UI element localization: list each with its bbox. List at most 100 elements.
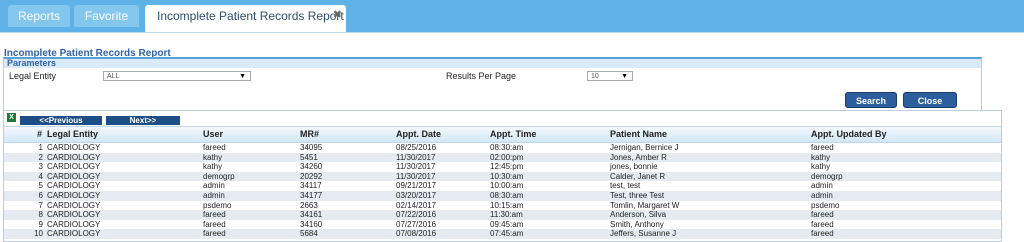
row-number: 1 — [38, 143, 43, 152]
results-panel: X <<Previous Next>> # Legal Entity User … — [3, 110, 1002, 242]
table-row[interactable]: 4 CARDIOLOGY demogrp 20292 11/30/2017 10:30:a… — [4, 171, 1001, 182]
mr-cell: 20292 — [300, 171, 323, 181]
mr-cell: 34095 — [300, 143, 323, 152]
user-cell: kathy — [203, 152, 223, 162]
appt-time-cell: 11:30:am — [490, 210, 523, 220]
excel-export-icon[interactable]: X — [7, 113, 16, 122]
appt-updated-by-cell: admin — [811, 181, 833, 191]
patient-name-cell: Calder, Janet R — [610, 171, 666, 181]
user-cell: psdemo — [203, 200, 232, 210]
user-cell: fareed — [203, 143, 226, 152]
appt-time-cell: 02:00:pm — [490, 152, 524, 162]
mr-cell: 34177 — [300, 191, 323, 200]
column-header-number: # — [37, 129, 43, 139]
patient-name-cell: Jernigan, Bernice J — [610, 143, 679, 152]
legal-entity-cell: CARDIOLOGY — [47, 181, 101, 191]
appt-updated-by-cell: fareed — [811, 219, 834, 229]
legal-entity-cell: CARDIOLOGY — [47, 210, 101, 220]
appt-date-cell: 11/30/2017 — [396, 171, 436, 181]
appt-time-cell: 10:15:am — [490, 200, 524, 210]
appt-date-cell: 11/30/2017 — [396, 152, 436, 162]
appt-updated-by-cell: kathy — [811, 152, 831, 162]
table-row[interactable]: 7 CARDIOLOGY psdemo 2663 02/14/2017 10:15:am T… — [4, 201, 1001, 211]
appt-date-cell: 07/08/2016 — [396, 229, 437, 239]
legal-entity-cell: CARDIOLOGY — [47, 219, 101, 229]
patient-name-cell: Test, three Test — [610, 191, 665, 200]
mr-cell: 2663 — [300, 200, 318, 210]
row-number: 9 — [38, 219, 43, 229]
column-header-user: User — [203, 129, 224, 139]
results-per-page-select[interactable]: 10 ▼ — [587, 71, 633, 81]
appt-updated-by-cell: psdemo — [811, 200, 840, 210]
column-header-legal-entity: Legal Entity — [47, 129, 99, 139]
row-number: 2 — [38, 152, 43, 162]
appt-time-cell: 09:45:am — [490, 219, 524, 229]
table-row[interactable]: 1 CARDIOLOGY fareed 34095 08/25/2016 08:30:am… — [4, 143, 1001, 153]
legal-entity-label: Legal Entity — [9, 71, 57, 81]
search-button[interactable]: Search — [845, 92, 897, 108]
appt-time-cell: 08:30:am — [490, 143, 524, 152]
results-per-page-value: 10 — [591, 73, 599, 80]
legal-entity-value: ALL — [107, 73, 120, 80]
user-cell: fareed — [203, 219, 226, 229]
mr-cell: 34160 — [300, 219, 323, 229]
appt-time-cell: 10:00:am — [490, 181, 524, 191]
user-cell: fareed — [203, 210, 226, 220]
tab-favorite[interactable]: Favorite — [74, 5, 139, 27]
column-header-appt-time: Appt. Time — [490, 129, 537, 139]
table-header: # Legal Entity User MR# Appt. Date Appt.… — [4, 126, 1001, 143]
patient-name-cell: jones, bonnie — [610, 162, 658, 172]
patient-name-cell: Jones, Amber R — [610, 152, 667, 162]
appt-updated-by-cell: fareed — [811, 210, 834, 220]
column-header-appt-date: Appt. Date — [396, 129, 441, 139]
appt-updated-by-cell: admin — [811, 191, 833, 200]
table-row[interactable]: 10 CARDIOLOGY fareed 5684 07/08/2016 07:45:am… — [4, 229, 1001, 239]
appt-date-cell: 07/27/2016 — [396, 219, 437, 229]
appt-date-cell: 02/14/2017 — [396, 200, 437, 210]
table-row[interactable]: 3 CARDIOLOGY kathy 34260 11/30/2017 12:45:pm j… — [4, 162, 1001, 172]
row-number: 8 — [38, 210, 43, 220]
close-tab-icon[interactable]: ✖ — [333, 4, 342, 26]
mr-cell: 34161 — [300, 210, 323, 220]
appt-updated-by-cell: kathy — [811, 162, 831, 172]
appt-time-cell: 07:45:am — [490, 229, 524, 239]
results-per-page-label: Results Per Page — [446, 71, 517, 81]
legal-entity-cell: CARDIOLOGY — [47, 162, 101, 172]
mr-cell: 34260 — [300, 162, 323, 172]
appt-time-cell: 08:30:am — [490, 191, 524, 200]
legal-entity-cell: CARDIOLOGY — [47, 143, 101, 152]
row-number: 4 — [38, 171, 43, 181]
tab-bar: Reports Favorite Incomplete Patient Reco… — [0, 0, 1024, 32]
patient-name-cell: Anderson, Silva — [610, 210, 667, 220]
patient-name-cell: Smith, Anthony — [610, 219, 664, 229]
patient-name-cell: test, test — [610, 181, 641, 191]
legal-entity-cell: CARDIOLOGY — [47, 171, 101, 181]
parameters-heading: Parameters — [4, 59, 981, 68]
close-button[interactable]: Close — [903, 92, 957, 108]
tab-reports[interactable]: Reports — [8, 5, 70, 27]
appt-date-cell: 09/21/2017 — [396, 181, 437, 191]
row-number: 5 — [38, 181, 43, 191]
user-cell: fareed — [203, 229, 226, 239]
table-row[interactable]: 8 CARDIOLOGY fareed 34161 07/22/2016 11:30:am… — [4, 210, 1001, 220]
table-row[interactable]: 2 CARDIOLOGY kathy 5451 11/30/2017 02:00:pm Jo… — [4, 152, 1001, 163]
appt-date-cell: 03/20/2017 — [396, 191, 437, 200]
chevron-down-icon: ▼ — [239, 73, 246, 80]
previous-page-button[interactable]: <<Previous — [20, 116, 102, 125]
table-row[interactable]: 6 CARDIOLOGY admin 34177 03/20/2017 08:30:am T… — [4, 191, 1001, 201]
user-cell: admin — [203, 191, 225, 200]
legal-entity-cell: CARDIOLOGY — [47, 229, 101, 239]
appt-updated-by-cell: fareed — [811, 143, 834, 152]
appt-date-cell: 07/22/2016 — [396, 210, 437, 220]
table-row[interactable]: 5 CARDIOLOGY admin 34117 09/21/2017 10:00:am t… — [4, 181, 1001, 191]
legal-entity-cell: CARDIOLOGY — [47, 200, 101, 210]
appt-date-cell: 08/25/2016 — [396, 143, 437, 152]
table-row[interactable]: 9 CARDIOLOGY fareed 34160 07/27/2016 09:45:am… — [4, 220, 1001, 230]
user-cell: admin — [203, 181, 225, 191]
appt-time-cell: 12:45:pm — [490, 162, 524, 172]
legal-entity-select[interactable]: ALL ▼ — [103, 71, 251, 81]
next-page-button[interactable]: Next>> — [106, 116, 180, 125]
tab-incomplete-patient-records[interactable]: Incomplete Patient Records Report ✖ — [145, 5, 346, 32]
chevron-down-icon: ▼ — [621, 73, 628, 80]
legal-entity-cell: CARDIOLOGY — [47, 191, 101, 200]
